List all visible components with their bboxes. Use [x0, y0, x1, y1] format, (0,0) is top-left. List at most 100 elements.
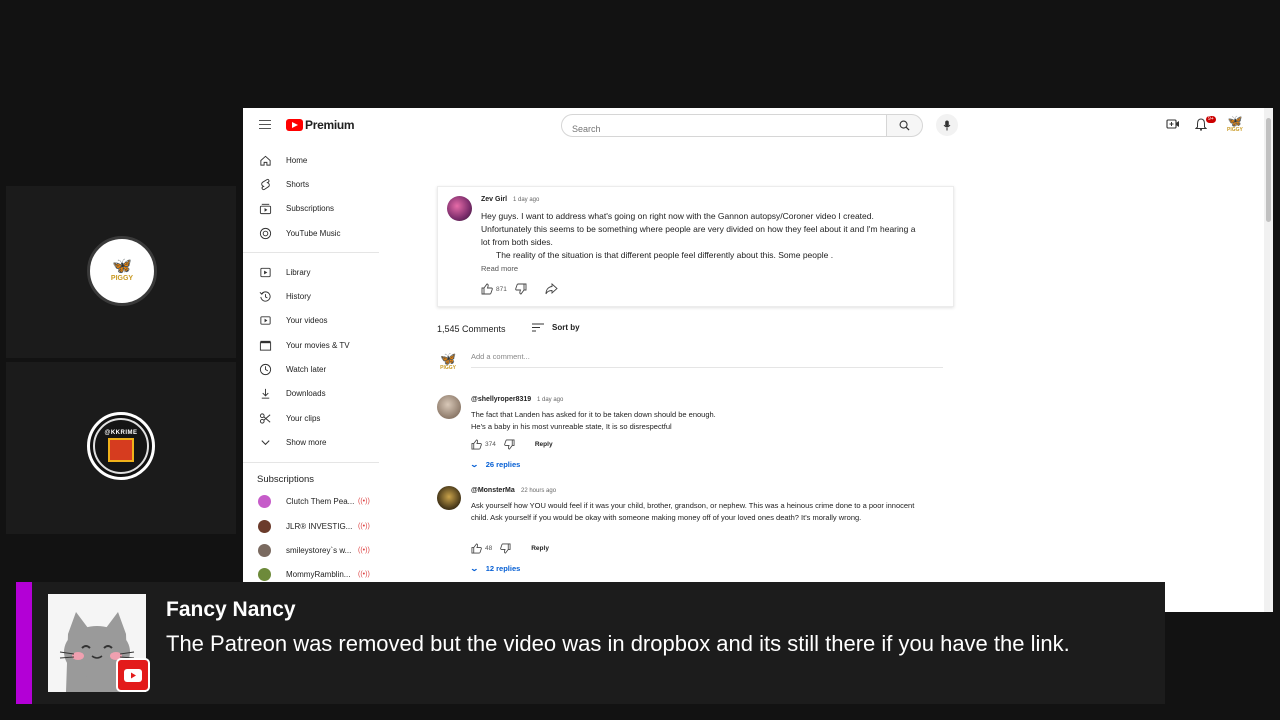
subscriptions-heading: Subscriptions	[257, 473, 315, 485]
subscription-label: JLR® INVESTIG...	[286, 521, 353, 531]
thumbs-down-icon[interactable]	[515, 283, 527, 295]
channel-avatar	[258, 519, 271, 533]
account-avatar-label: PIGGY	[1227, 127, 1243, 133]
comment-timestamp[interactable]: 22 hours ago	[521, 488, 556, 494]
live-indicator-icon: ((•))	[358, 522, 370, 530]
comments-count: 1,545 Comments	[437, 324, 506, 334]
sidebar-item-history[interactable]: History	[243, 284, 383, 308]
search-input[interactable]	[561, 114, 887, 137]
chat-author-name: Fancy Nancy	[166, 598, 296, 621]
replies-label: 26 replies	[485, 460, 521, 469]
thumbs-up-icon[interactable]	[481, 283, 493, 295]
sidebar-item-subscriptions[interactable]: Subscriptions	[243, 197, 383, 221]
guest-tile-piggy: 🦋 PIGGY	[6, 186, 236, 358]
home-icon	[258, 153, 272, 167]
download-icon	[258, 387, 272, 401]
pinned-author-avatar[interactable]	[447, 196, 472, 221]
search-icon	[899, 120, 910, 131]
pinned-timestamp[interactable]: 1 day ago	[513, 197, 539, 203]
sidebar-item-downloads[interactable]: Downloads	[243, 382, 383, 406]
search-button[interactable]	[886, 114, 923, 137]
comment-body: Ask yourself how YOU would feel if it wa…	[471, 501, 915, 522]
youtube-window: Premium 9+ 🦋 PIGGY Home Shorts Subscriptio…	[243, 108, 1273, 612]
subscription-item[interactable]: Clutch Them Pea... ((•))	[243, 490, 383, 514]
sidebar-item-your-movies-tv[interactable]: Your movies & TV	[243, 333, 383, 357]
create-video-icon[interactable]	[1166, 118, 1180, 130]
chevron-down-icon: ⌄	[469, 460, 480, 469]
butterfly-icon: 🦋	[440, 351, 457, 366]
thumbs-up-icon[interactable]	[471, 543, 482, 554]
youtube-header: Premium 9+ 🦋 PIGGY	[243, 108, 1264, 142]
comment-like-count: 48	[485, 545, 493, 552]
pinned-comment: Zev Girl 1 day ago Hey guys. I want to a…	[437, 186, 954, 307]
add-comment-input[interactable]: Add a comment...	[471, 352, 943, 368]
chat-message-text: The Patreon was removed but the video wa…	[166, 631, 1070, 656]
thumbs-down-icon[interactable]	[500, 543, 511, 554]
subscription-label: smileystorey`s w...	[286, 545, 352, 555]
sidebar-item-home[interactable]: Home	[243, 148, 383, 172]
music-icon	[258, 226, 272, 240]
library-icon	[258, 265, 272, 279]
scissors-icon	[258, 411, 272, 425]
view-replies-button[interactable]: ⌄ 12 replies	[469, 564, 521, 573]
sidebar-item-label: Show more	[286, 437, 327, 447]
sidebar-item-library[interactable]: Library	[243, 260, 383, 284]
comment-action-row: 374 Reply	[471, 439, 553, 450]
youtube-premium-logo[interactable]: Premium	[286, 118, 355, 132]
comment-author-name[interactable]: @MonsterMa	[471, 487, 515, 494]
pinned-comment-body: Hey guys. I want to address what's going…	[481, 210, 921, 262]
play-icon	[124, 668, 142, 682]
sidebar-item-watch-later[interactable]: Watch later	[243, 357, 383, 381]
live-indicator-icon: ((•))	[358, 498, 370, 506]
subscription-item[interactable]: JLR® INVESTIG... ((•))	[243, 514, 383, 538]
read-more-link[interactable]: Read more	[481, 264, 518, 273]
youtube-scrollbar[interactable]	[1264, 108, 1273, 612]
kkrime-logo-text: @KKRIME	[104, 430, 138, 436]
kkrime-logo-emblem	[108, 438, 134, 462]
share-icon[interactable]	[545, 283, 558, 295]
chevron-down-icon: ⌄	[469, 564, 480, 573]
comment-author-name[interactable]: @shellyroper8319	[471, 396, 531, 403]
sort-by-button[interactable]: Sort by	[532, 323, 580, 332]
menu-icon[interactable]	[259, 120, 271, 129]
sidebar-item-label: Your clips	[286, 413, 321, 423]
account-avatar[interactable]: 🦋 PIGGY	[1227, 115, 1243, 133]
comment-author-avatar[interactable]	[437, 395, 461, 419]
replies-label: 12 replies	[485, 564, 521, 573]
voice-search-button[interactable]	[936, 114, 958, 136]
piggy-logo-text: PIGGY	[110, 275, 134, 282]
my-avatar: 🦋 PIGGY	[440, 352, 456, 371]
sidebar-item-label: Your movies & TV	[286, 340, 350, 350]
thumbs-up-icon[interactable]	[471, 439, 482, 450]
comment-author-avatar[interactable]	[437, 486, 461, 510]
view-replies-button[interactable]: ⌄ 26 replies	[469, 460, 521, 469]
thumbs-down-icon[interactable]	[504, 439, 515, 450]
guest-tile-kkrime: @KKRIME	[6, 362, 236, 534]
pinned-author-name[interactable]: Zev Girl	[481, 196, 507, 203]
movies-icon	[258, 338, 272, 352]
kkrime-logo: @KKRIME	[93, 418, 149, 474]
clock-icon	[258, 363, 272, 377]
guest-avatar-piggy: 🦋 PIGGY	[87, 236, 157, 306]
sort-icon	[532, 323, 544, 332]
comment-timestamp[interactable]: 1 day ago	[537, 397, 563, 403]
subscription-item[interactable]: smileystorey`s w... ((•))	[243, 538, 383, 562]
comment-body: The fact that Landen has asked for it to…	[471, 410, 716, 431]
reply-button[interactable]: Reply	[535, 441, 553, 448]
your-videos-icon	[258, 314, 272, 328]
shorts-icon	[258, 177, 272, 191]
sidebar-item-label: Home	[286, 155, 308, 165]
channel-avatar	[258, 543, 271, 557]
pinned-body-paragraph-1: Hey guys. I want to address what's going…	[481, 211, 916, 247]
sidebar-item-youtube-music[interactable]: YouTube Music	[243, 221, 383, 245]
sidebar-item-show-more[interactable]: Show more	[243, 430, 383, 454]
mic-icon	[943, 120, 951, 130]
sidebar-item-your-videos[interactable]: Your videos	[243, 309, 383, 333]
reply-button[interactable]: Reply	[531, 545, 549, 552]
sidebar-item-your-clips[interactable]: Your clips	[243, 406, 383, 430]
subscription-label: Clutch Them Pea...	[286, 497, 355, 507]
sidebar-item-shorts[interactable]: Shorts	[243, 172, 383, 196]
scrollbar-thumb[interactable]	[1266, 118, 1271, 222]
youtube-badge-icon	[116, 658, 150, 692]
sidebar-item-label: YouTube Music	[286, 228, 341, 238]
